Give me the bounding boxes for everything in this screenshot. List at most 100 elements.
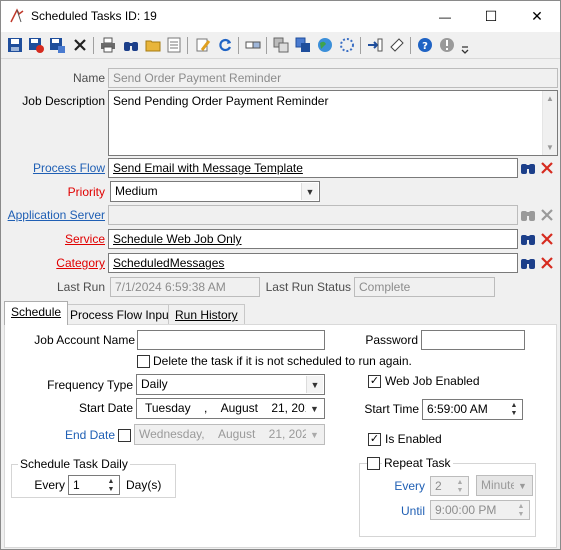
priority-dropdown[interactable]: Medium ▼	[110, 181, 320, 202]
tab-label: Process Flow Input	[70, 308, 173, 322]
maximize-button[interactable]: ☐	[468, 1, 514, 32]
name-field[interactable]: Send Order Payment Reminder	[108, 68, 558, 88]
close-icon: ✕	[531, 8, 543, 24]
save-new-icon[interactable]	[49, 37, 65, 53]
priority-label: Priority	[67, 185, 105, 199]
delete-icon[interactable]	[72, 37, 88, 53]
spin-up-icon[interactable]: ▲	[514, 502, 528, 510]
chevron-down-icon: ▼	[301, 183, 318, 200]
open-folder-icon[interactable]	[145, 37, 161, 53]
until-time-field[interactable]: 9:00:00 PM ▲ ▼	[430, 500, 530, 520]
service-label[interactable]: Service	[11, 232, 105, 246]
application-server-label[interactable]: Application Server	[5, 208, 105, 222]
end-date-picker[interactable]: Wednesday, August 21, 2024 ▼	[134, 424, 325, 445]
overflow-icon[interactable]	[460, 41, 470, 57]
is-enabled-checkbox[interactable]: ✓	[368, 433, 381, 446]
tab-label: Schedule	[11, 305, 62, 319]
link-icon[interactable]	[245, 37, 261, 53]
repeat-every-spinner[interactable]: ▲ ▼	[453, 478, 467, 494]
binoculars-icon	[521, 164, 535, 174]
find-icon[interactable]	[123, 37, 139, 53]
spin-down-icon[interactable]: ▼	[507, 410, 521, 419]
until-time-spinner[interactable]: ▲ ▼	[514, 502, 528, 518]
delete-task-checkbox[interactable]	[137, 355, 150, 368]
process-flow-find-button[interactable]	[519, 159, 537, 177]
end-date-label: End Date	[64, 428, 115, 442]
binoculars-icon	[521, 211, 535, 221]
clear-x-icon	[541, 233, 553, 245]
repeat-task-checkbox[interactable]	[367, 457, 380, 470]
note-icon[interactable]	[389, 37, 405, 53]
toolbar-separator	[187, 37, 188, 54]
scroll-up-icon: ▲	[546, 94, 554, 103]
process-flow-label[interactable]: Process Flow	[11, 161, 105, 175]
service-field[interactable]: Schedule Web Job Only	[108, 229, 518, 249]
service-clear-button[interactable]	[538, 230, 556, 248]
application-server-field[interactable]	[108, 205, 518, 225]
tab-schedule[interactable]: Schedule	[4, 301, 69, 325]
help-icon[interactable]: ?	[417, 37, 433, 53]
copy-icon[interactable]	[273, 37, 289, 53]
every-days-spinner[interactable]: ▲ ▼	[104, 477, 118, 493]
job-description-field[interactable]: Send Pending Order Payment Reminder ▲ ▼	[108, 90, 558, 156]
name-label: Name	[72, 71, 105, 85]
toolbar-separator	[238, 37, 239, 54]
spin-up-icon[interactable]: ▲	[453, 478, 467, 486]
spin-down-icon[interactable]: ▼	[104, 485, 118, 493]
close-window-button[interactable]: ✕	[514, 1, 560, 32]
spin-down-icon[interactable]: ▼	[514, 510, 528, 518]
every-days-field[interactable]: 1 ▲ ▼	[68, 475, 120, 495]
end-date-checkbox[interactable]	[118, 429, 131, 442]
frequency-type-label: Frequency Type	[47, 378, 133, 392]
save-icon[interactable]	[7, 37, 23, 53]
description-scrollbar[interactable]: ▲ ▼	[542, 91, 557, 155]
repeat-every-field[interactable]: 2 ▲ ▼	[430, 476, 469, 496]
tab-process-flow-input[interactable]: Process Flow Input	[63, 304, 180, 325]
category-clear-button[interactable]	[538, 254, 556, 272]
spin-up-icon[interactable]: ▲	[104, 477, 118, 485]
app-server-clear-button[interactable]	[538, 206, 556, 224]
category-field[interactable]: ScheduledMessages	[108, 253, 518, 273]
edit-icon[interactable]	[195, 37, 211, 53]
list-icon[interactable]	[166, 37, 182, 53]
repeat-unit-dropdown[interactable]: Minutes ▼	[476, 475, 533, 496]
start-time-spinner[interactable]: ▲ ▼	[507, 401, 521, 418]
chevron-down-icon: ▼	[306, 400, 323, 417]
password-field[interactable]	[421, 330, 525, 350]
process-flow-field[interactable]: Send Email with Message Template	[108, 158, 518, 178]
job-account-field[interactable]	[137, 330, 325, 350]
toolbar-separator	[266, 37, 267, 54]
start-time-field[interactable]: 6:59:00 AM ▲ ▼	[422, 399, 523, 420]
info-icon[interactable]	[439, 37, 455, 53]
start-date-picker[interactable]: Tuesday , August 21, 2012 ▼	[136, 398, 325, 419]
app-server-find-button[interactable]	[519, 206, 537, 224]
start-date-sep: ,	[203, 401, 208, 415]
scheduled-task-window: Scheduled Tasks ID: 19 — ☐ ✕ ? Name Send…	[0, 0, 561, 550]
settings-icon[interactable]	[339, 37, 355, 53]
save-close-icon[interactable]	[28, 37, 44, 53]
category-label[interactable]: Category	[11, 256, 105, 270]
end-date-day: Wednesday,	[139, 427, 205, 441]
chevron-down-icon: ▼	[306, 376, 323, 393]
globe-icon[interactable]	[317, 37, 333, 53]
repeat-every-value: 2	[435, 479, 442, 493]
paste-icon[interactable]	[295, 37, 311, 53]
category-find-button[interactable]	[519, 254, 537, 272]
import-icon[interactable]	[367, 37, 383, 53]
clear-x-icon	[541, 162, 553, 174]
print-icon[interactable]	[100, 37, 116, 53]
web-job-enabled-checkbox[interactable]: ✓	[368, 375, 381, 388]
start-time-value: 6:59:00 AM	[427, 402, 488, 416]
service-find-button[interactable]	[519, 230, 537, 248]
tab-run-history[interactable]: Run History	[168, 304, 245, 325]
frequency-type-dropdown[interactable]: Daily ▼	[136, 374, 325, 395]
job-description-label: Job Description	[22, 94, 105, 108]
spin-up-icon[interactable]: ▲	[507, 401, 521, 410]
minimize-button[interactable]: —	[422, 1, 468, 32]
refresh-icon[interactable]	[217, 37, 233, 53]
process-flow-clear-button[interactable]	[538, 159, 556, 177]
maximize-icon: ☐	[484, 8, 498, 24]
spin-down-icon[interactable]: ▼	[453, 486, 467, 494]
frequency-type-value: Daily	[141, 377, 168, 391]
clear-x-icon	[541, 257, 553, 269]
